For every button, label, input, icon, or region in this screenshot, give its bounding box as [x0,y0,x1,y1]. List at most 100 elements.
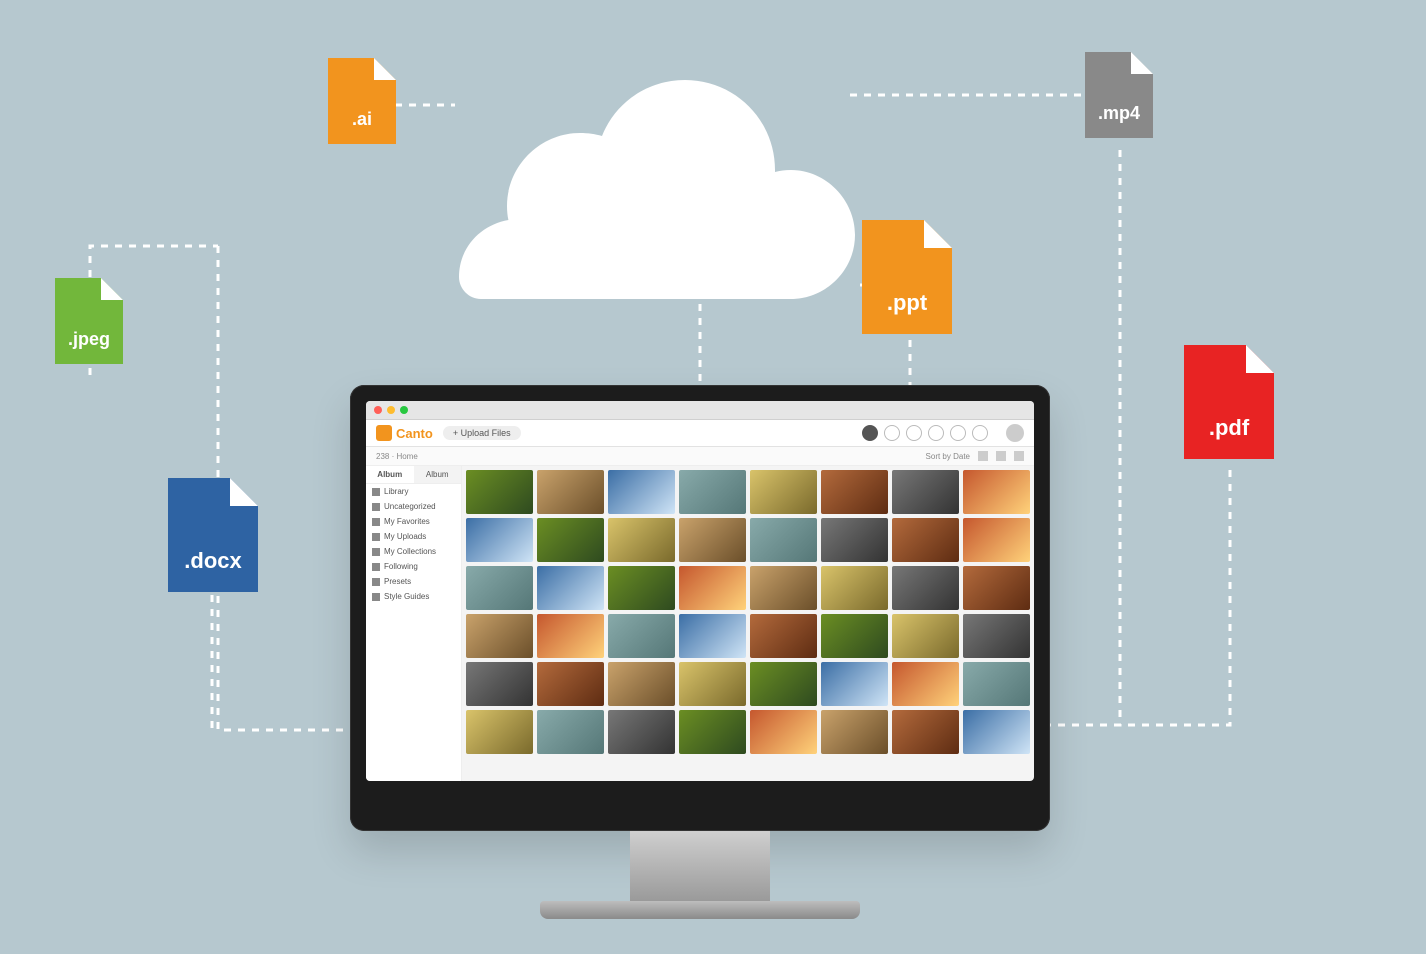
browser-chrome [366,401,1034,420]
view-grid-icon[interactable] [978,451,988,461]
filter-chip[interactable] [928,425,944,441]
brand-name: Canto [396,426,433,441]
follow-icon [372,563,380,571]
filter-chip[interactable] [884,425,900,441]
filter-chip[interactable] [950,425,966,441]
sort-dropdown[interactable]: Sort by Date [926,452,970,461]
asset-thumb[interactable] [821,710,888,754]
sidebar-item[interactable]: My Uploads [366,529,461,544]
file-label: .jpeg [68,329,110,350]
logo-mark-icon [376,425,392,441]
asset-thumb[interactable] [466,470,533,514]
sidebar-item[interactable]: Style Guides [366,589,461,604]
asset-thumb[interactable] [963,710,1030,754]
asset-thumb[interactable] [537,662,604,706]
app-logo[interactable]: Canto [376,425,433,441]
file-icon-pdf: .pdf [1184,345,1274,459]
monitor-stand-base [540,901,860,919]
asset-thumb[interactable] [963,614,1030,658]
asset-thumb[interactable] [750,614,817,658]
asset-thumb[interactable] [466,662,533,706]
app-body: Album Album Library Uncategorized My Fav… [366,466,1034,781]
file-icon-ppt: .ppt [862,220,952,334]
asset-thumb[interactable] [537,566,604,610]
sidebar-item[interactable]: My Favorites [366,514,461,529]
diagram-stage: .ai .mp4 .jpeg .ppt .docx .pdf [0,0,1426,954]
guide-icon [372,593,380,601]
file-icon-mp4: .mp4 [1085,52,1153,138]
asset-thumb[interactable] [608,614,675,658]
view-list-icon[interactable] [996,451,1006,461]
asset-thumb[interactable] [537,614,604,658]
window-zoom-icon[interactable] [400,406,408,414]
asset-thumb[interactable] [466,518,533,562]
monitor-screen: Canto + Upload Files 238 · Home [366,401,1034,781]
folder-icon [372,503,380,511]
asset-thumb[interactable] [821,518,888,562]
file-icon-docx: .docx [168,478,258,592]
user-avatar[interactable] [1006,424,1024,442]
asset-thumb[interactable] [679,470,746,514]
asset-thumb[interactable] [466,710,533,754]
sidebar-item[interactable]: Library [366,484,461,499]
filter-chip[interactable] [972,425,988,441]
asset-thumb[interactable] [750,710,817,754]
asset-thumb[interactable] [608,566,675,610]
asset-thumb[interactable] [963,518,1030,562]
sidebar-item[interactable]: Uncategorized [366,499,461,514]
sidebar-item[interactable]: Following [366,559,461,574]
preset-icon [372,578,380,586]
asset-thumb[interactable] [892,470,959,514]
asset-thumb[interactable] [821,566,888,610]
asset-thumb[interactable] [537,518,604,562]
upload-button[interactable]: + Upload Files [443,426,521,440]
settings-icon[interactable] [1014,451,1024,461]
breadcrumb: 238 · Home [376,452,418,461]
asset-thumb[interactable] [892,614,959,658]
asset-thumb[interactable] [750,518,817,562]
app-subheader: 238 · Home Sort by Date [366,447,1034,466]
asset-thumb[interactable] [608,710,675,754]
file-label: .docx [184,548,241,574]
asset-thumb[interactable] [892,518,959,562]
asset-thumb[interactable] [537,470,604,514]
collection-icon [372,548,380,556]
asset-thumb[interactable] [679,662,746,706]
window-minimize-icon[interactable] [387,406,395,414]
window-close-icon[interactable] [374,406,382,414]
asset-thumb[interactable] [750,566,817,610]
asset-thumb[interactable] [750,470,817,514]
asset-thumb[interactable] [679,518,746,562]
asset-thumb[interactable] [608,470,675,514]
asset-thumb[interactable] [608,518,675,562]
asset-thumb[interactable] [537,710,604,754]
app-header: Canto + Upload Files [366,420,1034,447]
asset-thumb[interactable] [750,662,817,706]
filter-chips [862,425,988,441]
sidebar-tab[interactable]: Album [414,466,462,483]
asset-grid [462,466,1034,781]
filter-chip[interactable] [862,425,878,441]
asset-thumb[interactable] [821,662,888,706]
file-label: .ppt [887,290,927,316]
sidebar-tab[interactable]: Album [366,466,414,483]
asset-thumb[interactable] [608,662,675,706]
sidebar-item[interactable]: Presets [366,574,461,589]
asset-thumb[interactable] [679,614,746,658]
asset-thumb[interactable] [892,662,959,706]
asset-thumb[interactable] [963,566,1030,610]
asset-thumb[interactable] [821,614,888,658]
asset-thumb[interactable] [679,710,746,754]
filter-chip[interactable] [906,425,922,441]
asset-thumb[interactable] [892,710,959,754]
file-label: .pdf [1209,415,1249,441]
asset-thumb[interactable] [963,470,1030,514]
sidebar: Album Album Library Uncategorized My Fav… [366,466,462,781]
sidebar-item[interactable]: My Collections [366,544,461,559]
asset-thumb[interactable] [892,566,959,610]
asset-thumb[interactable] [821,470,888,514]
asset-thumb[interactable] [466,614,533,658]
asset-thumb[interactable] [963,662,1030,706]
asset-thumb[interactable] [679,566,746,610]
asset-thumb[interactable] [466,566,533,610]
